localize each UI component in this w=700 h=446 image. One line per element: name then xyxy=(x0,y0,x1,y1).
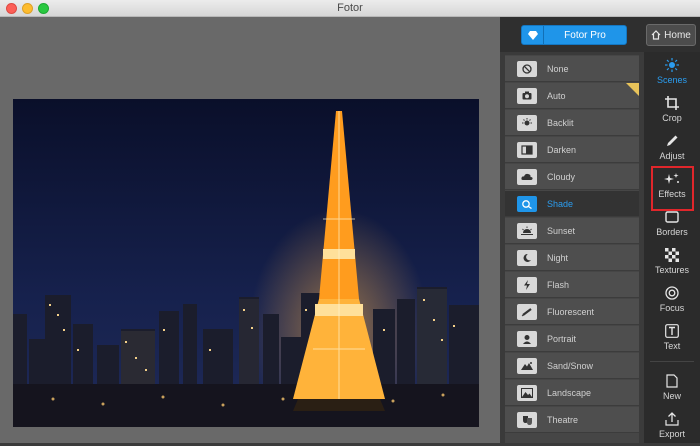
darken-icon xyxy=(517,141,537,158)
scene-item-theatre[interactable]: Theatre xyxy=(505,407,639,433)
scene-label: Landscape xyxy=(547,387,592,398)
scene-label: Cloudy xyxy=(547,171,576,182)
scene-item-landscape[interactable]: Landscape xyxy=(505,380,639,406)
tool-sidebar: Scenes Crop Adjust Effects Borders Textu… xyxy=(644,52,700,443)
tool-text[interactable]: Text xyxy=(644,320,700,358)
effects-highlight-box xyxy=(651,166,694,211)
tool-divider xyxy=(650,361,694,362)
tool-label: Textures xyxy=(654,265,689,275)
scene-label: None xyxy=(547,63,569,74)
scene-label: Shade xyxy=(547,198,574,209)
tool-label: Text xyxy=(663,341,681,351)
scene-item-flash[interactable]: Flash xyxy=(505,272,639,298)
theatre-icon xyxy=(517,411,537,428)
tool-label: Focus xyxy=(659,303,685,313)
tool-label: Crop xyxy=(662,113,682,123)
tool-label: Borders xyxy=(656,227,688,237)
pencil-icon xyxy=(667,135,678,146)
scene-item-backlit[interactable]: Backlit xyxy=(505,110,639,136)
sun-icon xyxy=(665,58,679,72)
scene-label: Fluorescent xyxy=(547,306,595,317)
tool-label: New xyxy=(662,391,681,401)
tool-label: Export xyxy=(658,429,685,439)
sunset-icon xyxy=(517,222,537,239)
focus-icon xyxy=(665,286,679,300)
new-icon xyxy=(666,374,678,388)
tokyo-tower-night-photo[interactable] xyxy=(13,99,479,427)
scene-item-sand-snow[interactable]: Sand/Snow xyxy=(505,353,639,379)
scene-item-auto[interactable]: Auto xyxy=(505,83,639,109)
window-title: Fotor xyxy=(337,2,363,14)
scene-label: Sand/Snow xyxy=(547,360,594,371)
texture-icon xyxy=(665,248,679,262)
scene-item-sunset[interactable]: Sunset xyxy=(505,218,639,244)
scene-label: Portrait xyxy=(547,333,577,344)
tool-crop[interactable]: Crop xyxy=(644,92,700,130)
moon-icon xyxy=(517,249,537,266)
scene-item-none[interactable]: None xyxy=(505,56,639,82)
sand-snow-icon xyxy=(517,357,537,374)
flash-icon xyxy=(517,276,537,293)
scene-label: Flash xyxy=(547,279,570,290)
tool-export[interactable]: Export xyxy=(644,408,700,446)
cloud-icon xyxy=(517,168,537,185)
scene-item-portrait[interactable]: Portrait xyxy=(505,326,639,352)
scene-label: Auto xyxy=(547,90,566,101)
none-icon xyxy=(517,60,537,77)
scene-label: Night xyxy=(547,252,569,263)
scene-label: Backlit xyxy=(547,117,574,128)
fotor-pro-label: Fotor Pro xyxy=(564,29,606,41)
scene-list: None Auto Backlit Darken Cloudy Shade Su… xyxy=(505,55,639,443)
scene-item-fluorescent[interactable]: Fluorescent xyxy=(505,299,639,325)
camera-icon xyxy=(517,87,537,104)
photo-canvas xyxy=(0,17,500,443)
shade-icon xyxy=(517,195,537,212)
export-icon xyxy=(665,412,679,426)
pro-badge-icon xyxy=(626,83,639,96)
top-bar: Fotor Pro Home xyxy=(500,17,700,52)
tool-adjust[interactable]: Adjust xyxy=(644,130,700,168)
landscape-icon xyxy=(517,384,537,401)
fotor-pro-button[interactable]: Fotor Pro xyxy=(521,25,627,45)
title-bar: Fotor xyxy=(0,0,700,17)
scene-item-darken[interactable]: Darken xyxy=(505,137,639,163)
border-icon xyxy=(665,211,679,223)
tool-label: Adjust xyxy=(659,151,685,161)
tool-label: Scenes xyxy=(656,75,688,85)
diamond-icon xyxy=(522,26,544,44)
scene-item-shade[interactable]: Shade xyxy=(505,191,639,217)
scene-item-cloudy[interactable]: Cloudy xyxy=(505,164,639,190)
home-icon xyxy=(651,30,661,40)
scene-label: Sunset xyxy=(547,225,576,236)
tool-new[interactable]: New xyxy=(644,370,700,408)
home-button[interactable]: Home xyxy=(646,24,696,46)
tool-textures[interactable]: Textures xyxy=(644,244,700,282)
portrait-icon xyxy=(517,330,537,347)
text-icon xyxy=(665,324,679,338)
tool-scenes[interactable]: Scenes xyxy=(644,54,700,92)
scene-item-night[interactable]: Night xyxy=(505,245,639,271)
scene-label: Theatre xyxy=(547,414,579,425)
home-label: Home xyxy=(664,29,691,41)
tool-focus[interactable]: Focus xyxy=(644,282,700,320)
tool-borders[interactable]: Borders xyxy=(644,206,700,244)
backlit-icon xyxy=(517,114,537,131)
fluorescent-icon xyxy=(517,303,537,320)
crop-icon xyxy=(665,96,679,110)
scene-label: Darken xyxy=(547,144,577,155)
